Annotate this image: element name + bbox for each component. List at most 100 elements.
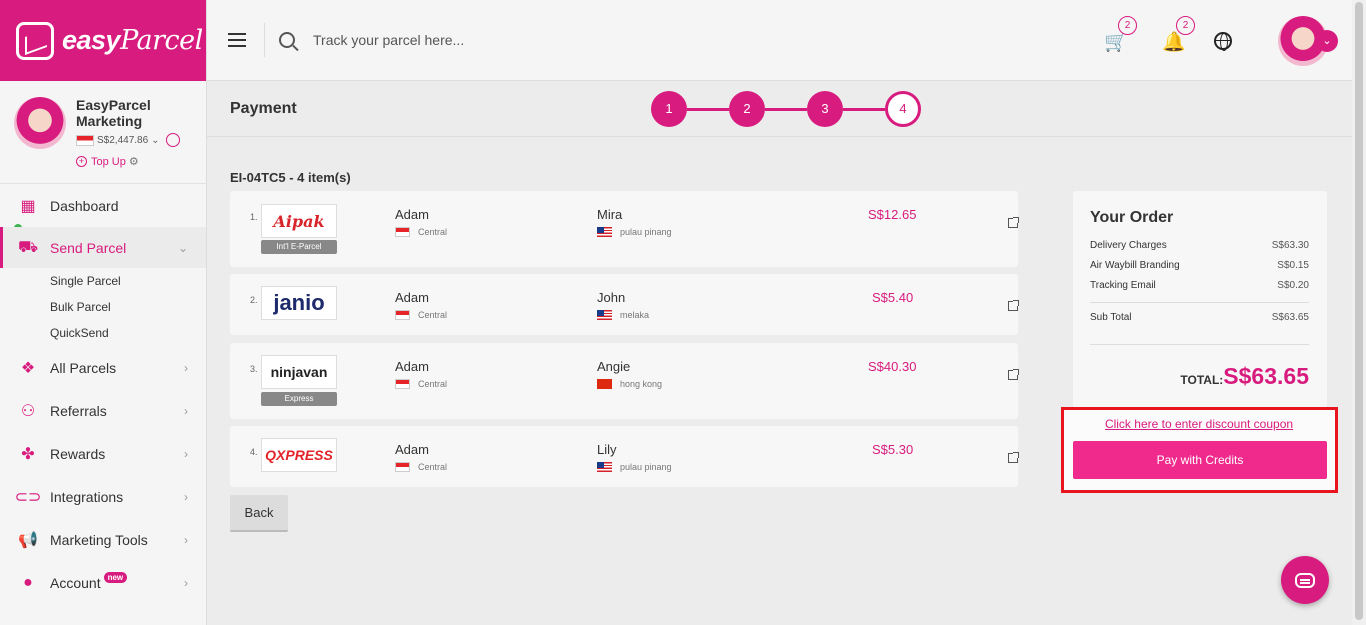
chevron-down-icon[interactable]: ⌄ [1316, 29, 1338, 52]
globe-icon[interactable] [1214, 31, 1232, 51]
service-tag: Express [261, 392, 337, 406]
sidebar-item-referrals[interactable]: ⚇ Referrals › [0, 389, 206, 432]
order-summary: Your Order Delivery Charges S$63.30 Air W… [1073, 191, 1327, 408]
sidebar-item-account[interactable]: ● Account new › [0, 561, 206, 604]
notifications-button[interactable]: 🔔 2 [1162, 15, 1195, 53]
cart-count-badge: 2 [1118, 15, 1137, 35]
sidebar-subitem-bulk-parcel[interactable]: Bulk Parcel [0, 294, 206, 320]
sidebar-item-dashboard[interactable]: ▦ Dashboard [0, 184, 206, 227]
gift-icon: ✤ [21, 445, 35, 463]
chevron-right-icon: › [184, 360, 188, 375]
malaysia-flag-icon [597, 462, 612, 472]
singapore-flag-icon [76, 134, 94, 146]
chevron-right-icon: › [184, 403, 188, 418]
parcel-price: S$5.30 [872, 442, 914, 457]
malaysia-flag-icon [597, 227, 612, 237]
sidebar-subitem-quicksend[interactable]: QuickSend [0, 320, 206, 346]
divider [1090, 302, 1309, 303]
sender-name: Adam [395, 207, 429, 222]
summary-line: Tracking Email S$0.20 [1090, 279, 1309, 291]
new-badge: new [103, 572, 128, 583]
user-avatar[interactable]: ⌄ [1278, 15, 1338, 66]
sender-location: Central [395, 462, 447, 472]
malaysia-flag-icon [597, 310, 612, 320]
profile-name: EasyParcel Marketing [76, 97, 151, 129]
summary-title: Your Order [1090, 209, 1174, 226]
top-bar: 🛒 2 🔔 2 ⌄ [207, 0, 1352, 81]
external-link-icon[interactable] [1008, 452, 1019, 463]
subtotal-line: Sub Total S$63.65 [1090, 311, 1309, 323]
external-link-icon[interactable] [1008, 369, 1019, 380]
sender-name: Adam [395, 290, 429, 305]
sidebar-subitem-single-parcel[interactable]: Single Parcel [0, 268, 206, 294]
sender-location: Central [395, 379, 447, 389]
cart-icon: 🛒 [1104, 31, 1128, 53]
parcel-row: 2. janio Adam Central John melaka S$5.40 [230, 274, 1019, 335]
chevron-right-icon: › [184, 575, 188, 590]
row-number: 4. [250, 447, 258, 457]
progress-stepper: 1 2 3 4 [651, 91, 921, 127]
box-logo-icon [16, 21, 54, 60]
top-up-link[interactable]: + Top Up ⚙ [76, 155, 192, 168]
step-4-current[interactable]: 4 [885, 91, 921, 127]
courier-logo-qxpress: QXPRESS [261, 438, 337, 472]
top-up-label: Top Up [91, 155, 126, 168]
discount-coupon-link[interactable]: Click here to enter discount coupon [1074, 417, 1324, 431]
track-parcel-search-input[interactable] [313, 32, 613, 48]
sidebar-item-rewards[interactable]: ✤ Rewards › [0, 432, 206, 475]
step-connector [843, 107, 885, 111]
back-button[interactable]: Back [230, 495, 288, 532]
divider [1090, 344, 1309, 345]
summary-line: Delivery Charges S$63.30 [1090, 239, 1309, 251]
chevron-down-icon[interactable]: ⌄ [151, 135, 159, 146]
chevron-down-icon: ⌄ [177, 240, 188, 255]
row-number: 1. [250, 212, 258, 222]
scrollbar-thumb[interactable] [1355, 2, 1363, 620]
sidebar-item-all-parcels[interactable]: ❖ All Parcels › [0, 346, 206, 389]
sidebar-item-integrations[interactable]: ⊂⊃ Integrations › [0, 475, 206, 518]
sidebar-item-label: Rewards [50, 445, 106, 462]
alarm-icon[interactable] [165, 133, 180, 147]
search-icon[interactable] [279, 32, 295, 48]
step-2[interactable]: 2 [729, 91, 765, 127]
sender-name: Adam [395, 359, 429, 374]
sidebar-item-label: Integrations [50, 488, 124, 505]
sidebar-item-send-parcel[interactable]: ⛟ Send Parcel ⌄ [0, 227, 206, 268]
balance-row[interactable]: S$2,447.86 ⌄ [76, 133, 192, 147]
truck-icon: ⛟ [17, 238, 39, 256]
brand-logo[interactable]: easyParcel [0, 0, 206, 81]
external-link-icon[interactable] [1008, 300, 1019, 311]
step-connector [687, 107, 729, 111]
sender-location: Central [395, 227, 447, 237]
hamburger-menu-icon[interactable] [228, 33, 246, 47]
receiver-name: Lily [597, 442, 617, 457]
sidebar-item-label: Marketing Tools [50, 531, 148, 548]
receiver-name: John [597, 290, 626, 305]
courier-logo-aipak: Aipak [261, 204, 337, 238]
order-id-heading: EI-04TC5 - 4 item(s) [230, 170, 351, 185]
step-1[interactable]: 1 [651, 91, 687, 127]
step-3[interactable]: 3 [807, 91, 843, 127]
pay-with-credits-button[interactable]: Pay with Credits [1073, 441, 1327, 479]
sidebar-item-label: All Parcels [50, 359, 117, 376]
singapore-flag-icon [395, 379, 410, 389]
sidebar-item-label: Referrals [50, 402, 107, 419]
singapore-flag-icon [395, 227, 410, 237]
gear-icon[interactable]: ⚙ [129, 155, 139, 168]
parcel-price: S$5.40 [872, 290, 914, 305]
avatar[interactable] [14, 97, 66, 149]
user-icon: ● [23, 573, 33, 591]
page-title: Payment [230, 100, 297, 117]
total-line: TOTAL:S$63.65 [1180, 363, 1309, 389]
scrollbar[interactable] [1352, 0, 1366, 625]
chevron-right-icon: › [184, 489, 188, 504]
sidebar-nav: ▦ Dashboard ⛟ Send Parcel ⌄ Single Parce… [0, 184, 206, 604]
cart-button[interactable]: 🛒 2 [1104, 15, 1137, 53]
chat-button[interactable] [1281, 556, 1329, 604]
parcel-row: 4. QXPRESS Adam Central Lily pulau pinan… [230, 426, 1019, 487]
external-link-icon[interactable] [1008, 217, 1019, 228]
step-connector [765, 107, 807, 111]
dashboard-icon: ▦ [20, 197, 36, 215]
sidebar-item-marketing-tools[interactable]: 📢 Marketing Tools › [0, 518, 206, 561]
bell-icon: 🔔 [1162, 31, 1186, 53]
